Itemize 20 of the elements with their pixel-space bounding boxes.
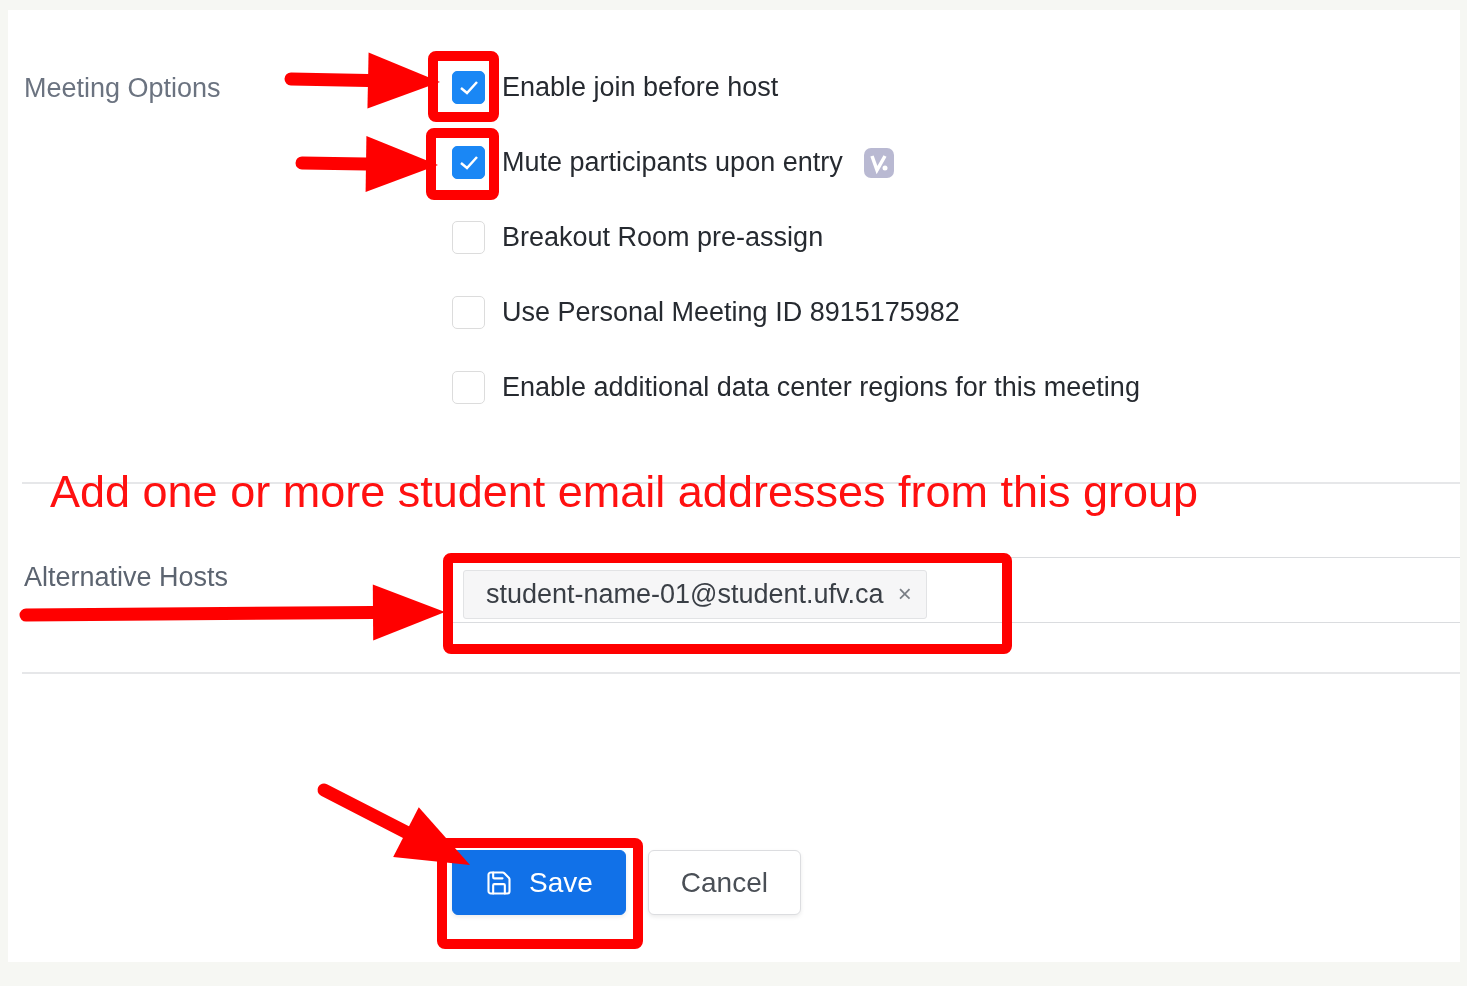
option-label: Use Personal Meeting ID 8915175982 [502,297,960,328]
section-label: Alternative Hosts [24,561,230,593]
checkbox[interactable] [452,146,485,179]
option-label: Breakout Room pre-assign [502,222,824,253]
hosts-input-field[interactable]: student-name-01@student.ufv.ca × [445,557,1460,623]
cancel-button[interactable]: Cancel [647,850,801,915]
feature-badge-icon [863,147,894,178]
annotation-text: Add one or more student email addresses from this group [50,466,1199,518]
remove-tag-button[interactable]: × [897,580,912,608]
option-label: Mute participants upon entry [502,147,843,178]
save-icon [485,868,513,897]
checkmark-icon [458,79,479,96]
email-text: student-name-01@student.ufv.ca [486,578,884,610]
option-label: Enable join before host [502,72,779,103]
highlight-frame [428,51,499,122]
save-button[interactable]: Save [452,850,626,915]
checkbox[interactable] [452,71,485,104]
checkmark-icon [458,154,479,171]
option-label: Enable additional data center regions for this meeting [502,372,1140,403]
section-label: Meeting Options [24,72,221,104]
